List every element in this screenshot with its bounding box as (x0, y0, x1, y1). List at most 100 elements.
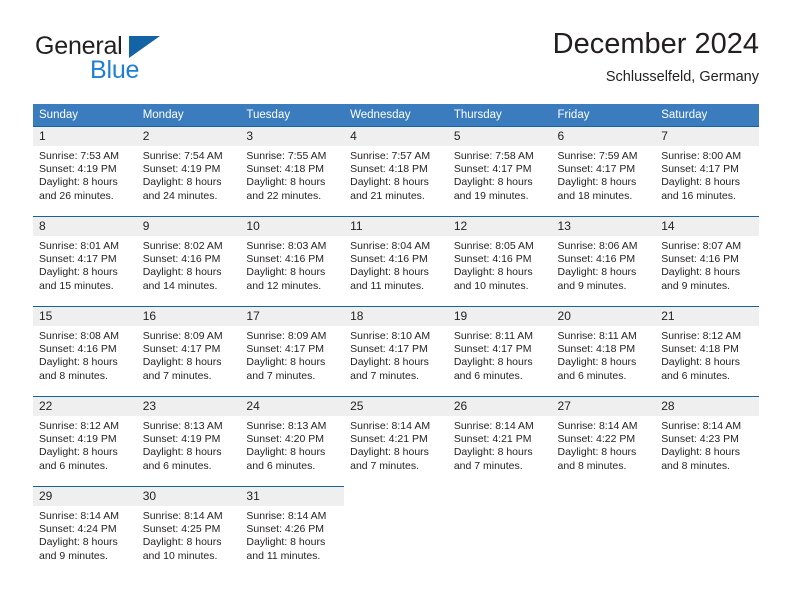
day-cell-content[interactable]: 20 Sunrise: 8:11 AM Sunset: 4:18 PM Dayligh… (551, 306, 656, 396)
day-cell-content[interactable]: 8 Sunrise: 8:01 AM Sunset: 4:17 PM Daylight… (33, 216, 137, 306)
day-number: 30 (136, 487, 241, 506)
sunrise-time: Sunrise: 8:12 AM (661, 330, 742, 342)
sunrise-time: Sunrise: 8:14 AM (350, 420, 431, 432)
day-cell-content[interactable]: 3 Sunrise: 7:55 AM Sunset: 4:18 PM Daylight… (240, 126, 345, 216)
day-cell-content[interactable]: 7 Sunrise: 8:00 AM Sunset: 4:17 PM Daylight… (655, 126, 759, 216)
day-details: Sunrise: 8:06 AM Sunset: 4:16 PM Daylight:… (552, 236, 656, 293)
day-cell-content[interactable]: 2 Sunrise: 7:54 AM Sunset: 4:19 PM Daylight… (136, 126, 241, 216)
daylight-duration-line1: Daylight: 8 hours (246, 176, 326, 189)
sunrise-time: Sunrise: 7:54 AM (142, 150, 223, 162)
day-cell-content[interactable]: 14 Sunrise: 8:07 AM Sunset: 4:16 PM Dayligh… (655, 216, 759, 306)
weekday-header-wednesday: Wednesday (344, 104, 448, 126)
location-subtitle: Schlusselfeld, Germany (605, 69, 759, 85)
day-details: Sunrise: 8:14 AM Sunset: 4:25 PM Daylight:… (137, 506, 241, 563)
sunset-time: Sunset: 4:18 PM (661, 343, 739, 356)
daylight-duration-line2: and 6 minutes. (246, 459, 316, 472)
day-details: Sunrise: 8:01 AM Sunset: 4:17 PM Daylight:… (33, 236, 137, 293)
sunset-time: Sunset: 4:16 PM (557, 253, 636, 266)
sunrise-sunset-calendar-table: Sunday Monday Tuesday Wednesday Thursday… (33, 104, 759, 576)
day-cell-empty (448, 486, 552, 576)
calendar-day-cell: 5 Sunrise: 7:58 AM Sunset: 4:17 PM Daylight… (447, 126, 552, 216)
daylight-duration-line1: Daylight: 8 hours (39, 266, 118, 279)
sunset-time: Sunset: 4:23 PM (661, 433, 739, 446)
weekday-header-saturday: Saturday (655, 104, 759, 126)
day-cell-content[interactable]: 16 Sunrise: 8:09 AM Sunset: 4:17 PM Dayligh… (136, 306, 241, 396)
daylight-duration-line1: Daylight: 8 hours (557, 176, 637, 189)
day-cell-content[interactable]: 25 Sunrise: 8:14 AM Sunset: 4:21 PM Dayligh… (344, 396, 448, 486)
day-cell-content[interactable]: 9 Sunrise: 8:02 AM Sunset: 4:16 PM Daylight… (136, 216, 241, 306)
daylight-duration-line2: and 9 minutes. (661, 279, 731, 292)
calendar-day-cell: 28 Sunrise: 8:14 AM Sunset: 4:23 PM Dayligh… (655, 396, 759, 486)
day-cell-content[interactable]: 27 Sunrise: 8:14 AM Sunset: 4:22 PM Dayligh… (551, 396, 656, 486)
sunset-time: Sunset: 4:20 PM (246, 433, 325, 446)
sunset-time: Sunset: 4:16 PM (350, 253, 428, 266)
day-cell-content[interactable]: 30 Sunrise: 8:14 AM Sunset: 4:25 PM Dayligh… (136, 486, 241, 576)
day-cell-content[interactable]: 18 Sunrise: 8:10 AM Sunset: 4:17 PM Dayligh… (344, 306, 448, 396)
day-details: Sunrise: 8:12 AM Sunset: 4:18 PM Daylight:… (655, 326, 759, 383)
daylight-duration-line1: Daylight: 8 hours (453, 356, 533, 369)
day-cell-content[interactable]: 22 Sunrise: 8:12 AM Sunset: 4:19 PM Dayligh… (33, 396, 137, 486)
day-cell-content[interactable]: 1 Sunrise: 7:53 AM Sunset: 4:19 PM Daylight… (33, 126, 137, 216)
day-cell-content[interactable]: 29 Sunrise: 8:14 AM Sunset: 4:24 PM Dayligh… (33, 486, 137, 576)
day-number: 5 (447, 127, 552, 146)
sunset-time: Sunset: 4:25 PM (142, 523, 221, 536)
day-number: 1 (33, 127, 137, 146)
sunset-time: Sunset: 4:21 PM (453, 433, 532, 446)
day-details: Sunrise: 8:11 AM Sunset: 4:17 PM Daylight:… (448, 326, 552, 383)
day-details: Sunrise: 8:13 AM Sunset: 4:19 PM Daylight:… (137, 416, 241, 473)
sunset-time: Sunset: 4:17 PM (453, 163, 532, 176)
daylight-duration-line1: Daylight: 8 hours (661, 176, 741, 189)
calendar-day-cell: 11 Sunrise: 8:04 AM Sunset: 4:16 PM Dayligh… (344, 216, 448, 306)
sunrise-time: Sunrise: 8:11 AM (453, 330, 533, 342)
calendar-day-cell: 27 Sunrise: 8:14 AM Sunset: 4:22 PM Dayligh… (551, 396, 656, 486)
daylight-duration-line1: Daylight: 8 hours (246, 446, 326, 459)
daylight-duration-line1: Daylight: 8 hours (453, 176, 533, 189)
day-cell-content[interactable]: 17 Sunrise: 8:09 AM Sunset: 4:17 PM Dayligh… (240, 306, 345, 396)
daylight-duration-line2: and 7 minutes. (453, 459, 523, 472)
day-details: Sunrise: 7:55 AM Sunset: 4:18 PM Daylight:… (240, 146, 344, 203)
daylight-duration-line2: and 9 minutes. (39, 549, 108, 562)
calendar-header-row-group: Sunday Monday Tuesday Wednesday Thursday… (33, 104, 759, 126)
day-cell-empty (655, 486, 759, 576)
calendar-page: General Blue December 2024 Schlusselfeld… (0, 0, 792, 612)
calendar-week-row: 22 Sunrise: 8:12 AM Sunset: 4:19 PM Dayligh… (33, 396, 759, 486)
calendar-day-cell: 4 Sunrise: 7:57 AM Sunset: 4:18 PM Daylight… (344, 126, 448, 216)
day-cell-content[interactable]: 26 Sunrise: 8:14 AM Sunset: 4:21 PM Dayligh… (447, 396, 552, 486)
daylight-duration-line1: Daylight: 8 hours (142, 446, 222, 459)
day-cell-content[interactable]: 13 Sunrise: 8:06 AM Sunset: 4:16 PM Dayligh… (551, 216, 656, 306)
sunrise-time: Sunrise: 8:14 AM (39, 510, 119, 522)
calendar-day-cell: 7 Sunrise: 8:00 AM Sunset: 4:17 PM Daylight… (655, 126, 759, 216)
calendar-week-row: 29 Sunrise: 8:14 AM Sunset: 4:24 PM Dayligh… (33, 486, 759, 576)
sunset-time: Sunset: 4:16 PM (661, 253, 739, 266)
day-cell-content[interactable]: 28 Sunrise: 8:14 AM Sunset: 4:23 PM Dayligh… (655, 396, 759, 486)
day-cell-content[interactable]: 5 Sunrise: 7:58 AM Sunset: 4:17 PM Daylight… (447, 126, 552, 216)
day-number: 2 (136, 127, 241, 146)
daylight-duration-line2: and 16 minutes. (661, 189, 736, 202)
day-cell-content[interactable]: 10 Sunrise: 8:03 AM Sunset: 4:16 PM Dayligh… (240, 216, 345, 306)
daylight-duration-line2: and 8 minutes. (661, 459, 731, 472)
sunrise-time: Sunrise: 8:08 AM (39, 330, 119, 342)
calendar-day-cell: 13 Sunrise: 8:06 AM Sunset: 4:16 PM Dayligh… (551, 216, 656, 306)
day-details: Sunrise: 8:02 AM Sunset: 4:16 PM Daylight:… (137, 236, 241, 293)
day-number (655, 486, 759, 505)
day-number: 28 (655, 397, 759, 416)
day-details: Sunrise: 8:09 AM Sunset: 4:17 PM Daylight:… (240, 326, 344, 383)
brand-logo[interactable]: General Blue (33, 32, 243, 92)
day-cell-content[interactable]: 12 Sunrise: 8:05 AM Sunset: 4:16 PM Dayligh… (447, 216, 552, 306)
day-cell-content[interactable]: 15 Sunrise: 8:08 AM Sunset: 4:16 PM Dayligh… (33, 306, 137, 396)
day-cell-content[interactable]: 23 Sunrise: 8:13 AM Sunset: 4:19 PM Dayligh… (136, 396, 241, 486)
sunrise-time: Sunrise: 8:01 AM (39, 240, 119, 252)
day-details: Sunrise: 8:07 AM Sunset: 4:16 PM Daylight:… (655, 236, 759, 293)
day-cell-content[interactable]: 21 Sunrise: 8:12 AM Sunset: 4:18 PM Dayligh… (655, 306, 759, 396)
day-cell-content[interactable]: 19 Sunrise: 8:11 AM Sunset: 4:17 PM Dayligh… (447, 306, 552, 396)
daylight-duration-line1: Daylight: 8 hours (661, 446, 741, 459)
daylight-duration-line1: Daylight: 8 hours (142, 266, 222, 279)
day-cell-content[interactable]: 31 Sunrise: 8:14 AM Sunset: 4:26 PM Dayligh… (240, 486, 345, 576)
day-number: 27 (551, 397, 656, 416)
calendar-day-cell: 26 Sunrise: 8:14 AM Sunset: 4:21 PM Dayligh… (447, 396, 552, 486)
day-cell-content[interactable]: 11 Sunrise: 8:04 AM Sunset: 4:16 PM Dayligh… (344, 216, 448, 306)
day-cell-content[interactable]: 24 Sunrise: 8:13 AM Sunset: 4:20 PM Dayligh… (240, 396, 345, 486)
day-cell-content[interactable]: 6 Sunrise: 7:59 AM Sunset: 4:17 PM Daylight… (551, 126, 656, 216)
sunrise-time: Sunrise: 8:09 AM (142, 330, 223, 342)
day-cell-content[interactable]: 4 Sunrise: 7:57 AM Sunset: 4:18 PM Daylight… (344, 126, 448, 216)
